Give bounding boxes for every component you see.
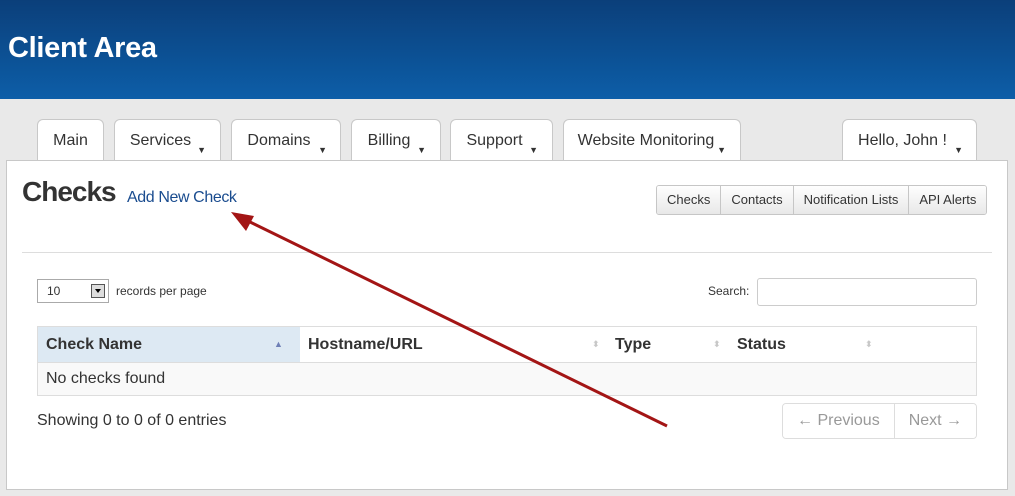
column-label: Type — [615, 336, 652, 353]
tab-label: Support — [466, 132, 523, 149]
search-label: Search: — [708, 284, 750, 298]
sort-ascending-icon: ▲ — [274, 339, 283, 349]
tab-services[interactable]: Services ▼ — [114, 119, 221, 160]
api-alerts-button[interactable]: API Alerts — [908, 186, 987, 214]
tab-billing[interactable]: Billing ▼ — [351, 119, 441, 160]
column-header-type[interactable]: Type ⬍ — [607, 327, 729, 362]
table-empty-row: No checks found — [38, 363, 976, 395]
records-per-page-value: 10 — [47, 284, 61, 298]
contacts-button[interactable]: Contacts — [720, 186, 793, 214]
tab-label: Website Monitoring — [577, 132, 715, 149]
tab-main[interactable]: Main — [37, 119, 104, 160]
add-new-check-link[interactable]: Add New Check — [127, 189, 237, 207]
tab-domains[interactable]: Domains ▼ — [231, 119, 341, 160]
checks-table: Check Name ▲ Hostname/URL ⬍ Type ⬍ Statu… — [37, 326, 977, 396]
tab-label: Services — [129, 132, 192, 149]
app-title: Client Area — [8, 32, 157, 64]
column-label: Status — [737, 336, 786, 353]
sort-both-icon: ⬍ — [713, 339, 721, 349]
column-header-hostname-url[interactable]: Hostname/URL ⬍ — [300, 327, 607, 362]
dropdown-arrow-icon[interactable] — [91, 284, 105, 298]
tab-label: Domains — [247, 132, 311, 149]
app-header: Client Area — [0, 0, 1015, 99]
table-info: Showing 0 to 0 of 0 entries — [37, 412, 227, 429]
next-page-button[interactable]: Next → — [893, 404, 977, 438]
pagination: ← Previous Next → — [782, 403, 978, 439]
table-header: Check Name ▲ Hostname/URL ⬍ Type ⬍ Statu… — [38, 327, 976, 363]
search-input[interactable] — [757, 278, 977, 306]
column-label: Hostname/URL — [308, 336, 423, 353]
user-menu-label: Hello, John ! — [858, 132, 947, 149]
section-button-group: Checks Contacts Notification Lists API A… — [656, 185, 988, 215]
tab-website-monitoring[interactable]: Website Monitoring ▼ — [563, 119, 741, 160]
tab-label: Main — [53, 132, 88, 149]
column-header-status[interactable]: Status ⬍ — [729, 327, 976, 362]
tab-support[interactable]: Support ▼ — [450, 119, 553, 160]
previous-page-button[interactable]: ← Previous — [783, 404, 894, 438]
records-per-page-select[interactable]: 10 — [37, 279, 109, 303]
notification-lists-button[interactable]: Notification Lists — [792, 186, 909, 214]
sort-both-icon: ⬍ — [592, 339, 600, 349]
user-menu[interactable]: Hello, John ! ▼ — [842, 119, 977, 160]
divider — [22, 252, 992, 253]
column-header-check-name[interactable]: Check Name ▲ — [38, 327, 300, 362]
sort-both-icon: ⬍ — [865, 339, 873, 349]
page-title: Checks — [22, 176, 117, 207]
records-per-page-label: records per page — [116, 284, 207, 298]
checks-button[interactable]: Checks — [657, 186, 721, 214]
tab-label: Billing — [367, 132, 411, 149]
column-label: Check Name — [46, 336, 143, 353]
